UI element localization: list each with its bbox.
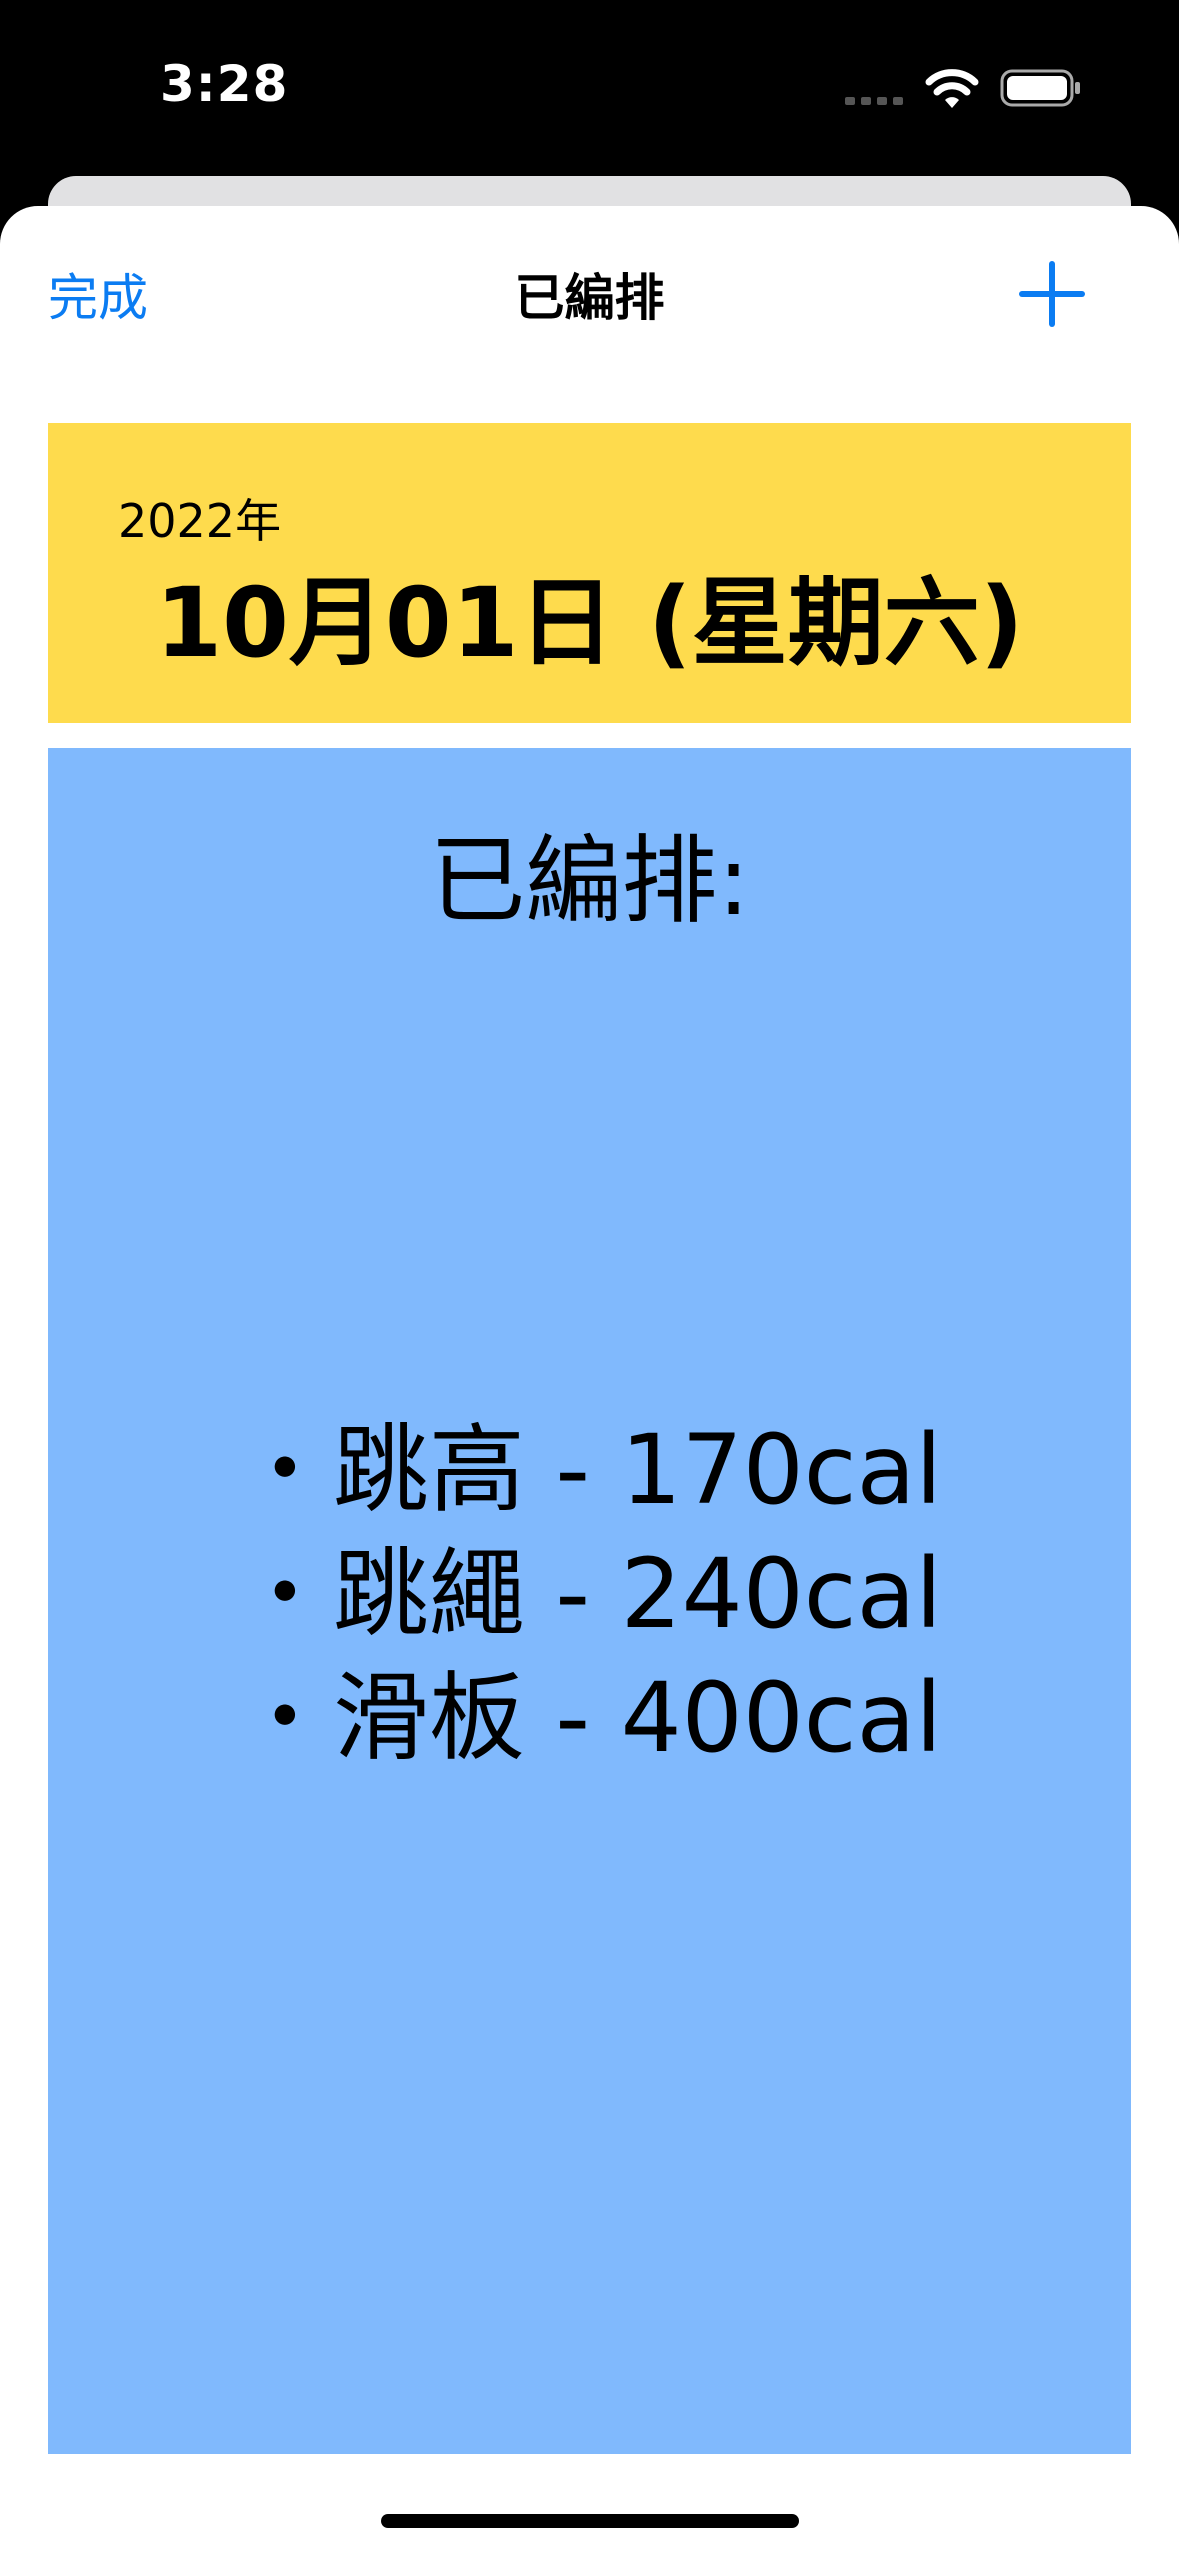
cellular-signal-icon (845, 97, 903, 105)
date-header: 2022年 10月01日 (星期六) (48, 423, 1131, 723)
home-indicator[interactable] (381, 2514, 799, 2528)
list-item: ・跳繩 - 240cal (236, 1538, 943, 1650)
plus-icon (1019, 261, 1085, 327)
date-main: 10月01日 (星期六) (155, 567, 1024, 679)
scheduled-heading: 已編排: (429, 825, 750, 937)
scheduled-list: ・跳高 - 170cal ・跳繩 - 240cal ・滑板 - 400cal (48, 1408, 1131, 1780)
status-time: 3:28 (160, 55, 289, 113)
status-bar: 3:28 (0, 0, 1179, 170)
done-button[interactable]: 完成 (48, 258, 148, 330)
add-button[interactable] (1016, 258, 1088, 330)
scheduled-panel: 已編排: ・跳高 - 170cal ・跳繩 - 240cal ・滑板 - 400… (48, 748, 1131, 2454)
list-item: ・滑板 - 400cal (236, 1662, 943, 1774)
date-year: 2022年 (118, 494, 282, 548)
wifi-icon (925, 69, 979, 108)
battery-icon (1000, 69, 1080, 107)
list-item: ・跳高 - 170cal (236, 1414, 943, 1526)
